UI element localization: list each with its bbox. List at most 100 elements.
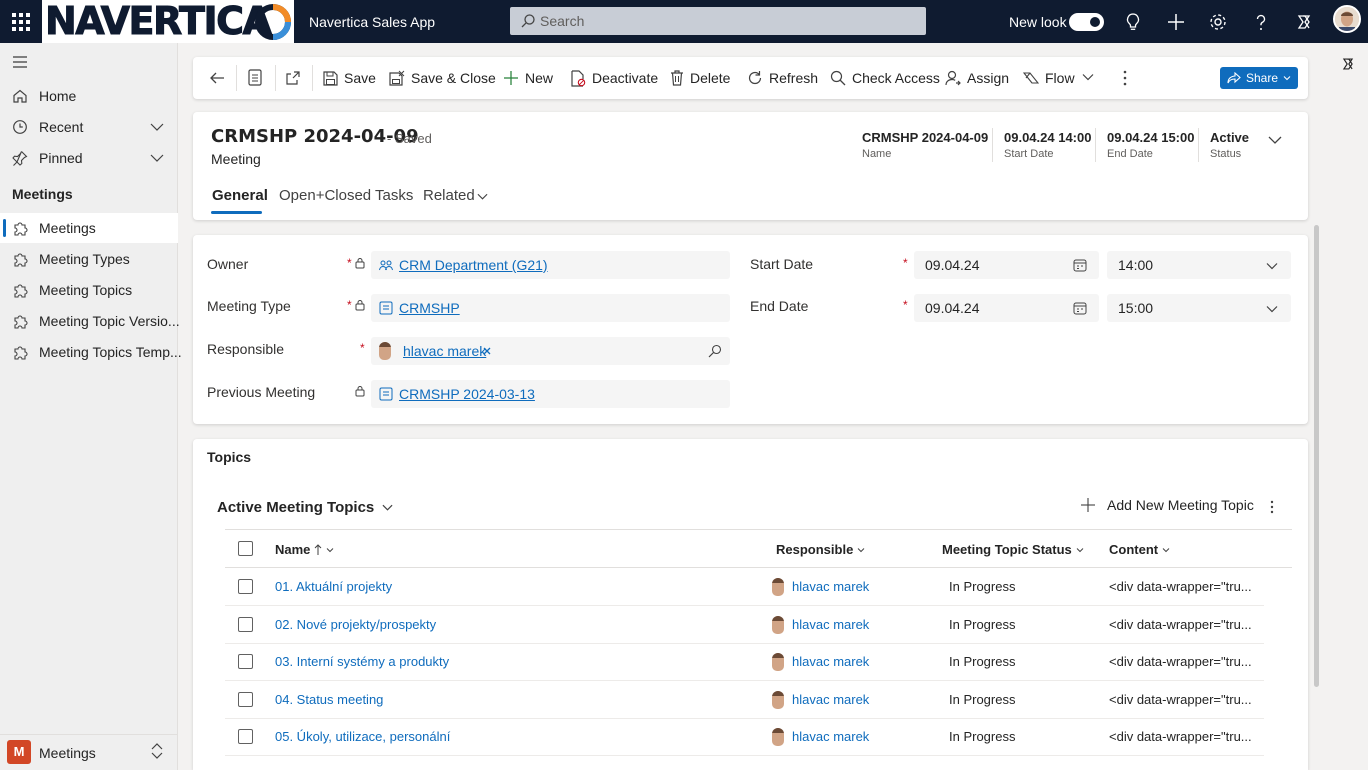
meeting-type-field[interactable]: CRMSHP bbox=[371, 294, 730, 322]
refresh-button[interactable]: Refresh bbox=[747, 57, 818, 99]
chevron-down-icon[interactable] bbox=[150, 120, 164, 134]
assign-button[interactable]: Assign bbox=[945, 57, 1009, 99]
copilot-pane-icon[interactable] bbox=[1339, 55, 1357, 73]
responsible-link[interactable]: hlavac marek bbox=[792, 692, 869, 707]
calendar-icon[interactable] bbox=[1073, 301, 1087, 315]
topic-name-link[interactable]: 02. Nové projekty/prospekty bbox=[275, 617, 436, 632]
save-close-label: Save & Close bbox=[411, 70, 496, 86]
app-title[interactable]: Navertica Sales App bbox=[309, 14, 435, 30]
save-close-button[interactable]: Save & Close bbox=[389, 57, 496, 99]
topic-name-link[interactable]: 01. Aktuální projekty bbox=[275, 579, 392, 594]
page-scrollbar[interactable] bbox=[1314, 225, 1319, 687]
table-row[interactable]: 02. Nové projekty/prospekty hlavac marek… bbox=[225, 606, 1264, 644]
sidebar-item-pinned[interactable]: Pinned bbox=[0, 143, 178, 173]
sidebar-item-meeting-topics[interactable]: Meeting Topics bbox=[0, 275, 178, 305]
check-access-button[interactable]: Check Access bbox=[830, 57, 940, 99]
navertica-logo[interactable]: NAVERTICA bbox=[42, 0, 294, 43]
flow-button[interactable]: Flow bbox=[1023, 57, 1075, 99]
end-time-value: 15:00 bbox=[1118, 300, 1154, 316]
topic-name-link[interactable]: 03. Interní systémy a produkty bbox=[275, 654, 449, 669]
row-checkbox[interactable] bbox=[238, 579, 253, 594]
view-name: Active Meeting Topics bbox=[217, 499, 375, 516]
sidebar-item-meeting-types[interactable]: Meeting Types bbox=[0, 244, 178, 274]
open-new-window-icon[interactable] bbox=[285, 70, 301, 86]
header-field-name: CRMSHP 2024-04-09 Name bbox=[862, 130, 988, 160]
meeting-type-link[interactable]: CRMSHP bbox=[399, 300, 460, 316]
tab-general[interactable]: General bbox=[212, 187, 268, 204]
responsible-link[interactable]: hlavac marek bbox=[792, 729, 869, 744]
app-launcher-icon[interactable] bbox=[10, 11, 32, 33]
hamburger-menu-icon[interactable] bbox=[12, 55, 28, 69]
status-cell: In Progress bbox=[949, 654, 1016, 669]
add-new-topic-button[interactable]: Add New Meeting Topic bbox=[1081, 497, 1254, 513]
previous-meeting-field[interactable]: CRMSHP 2024-03-13 bbox=[371, 380, 730, 408]
responsible-link[interactable]: hlavac marek bbox=[403, 343, 486, 359]
select-all-checkbox[interactable] bbox=[238, 541, 253, 556]
tab-related[interactable]: Related bbox=[423, 187, 475, 204]
view-selector[interactable]: Active Meeting Topics bbox=[217, 499, 393, 516]
row-checkbox[interactable] bbox=[238, 617, 253, 632]
column-header-content[interactable]: Content bbox=[1109, 542, 1170, 557]
remove-icon[interactable] bbox=[483, 347, 491, 355]
table-row[interactable]: 03. Interní systémy a produkty hlavac ma… bbox=[225, 643, 1264, 681]
table-row[interactable]: 05. Úkoly, utilizace, personální hlavac … bbox=[225, 718, 1264, 756]
back-arrow-icon[interactable] bbox=[209, 70, 225, 86]
start-date-input[interactable]: 09.04.24 bbox=[914, 251, 1099, 279]
sidebar-item-home[interactable]: Home bbox=[0, 81, 178, 111]
column-header-responsible[interactable]: Responsible bbox=[776, 542, 865, 557]
new-button[interactable]: New bbox=[503, 57, 553, 99]
deactivate-button[interactable]: Deactivate bbox=[570, 57, 658, 99]
help-icon[interactable] bbox=[1250, 11, 1272, 33]
responsible-link[interactable]: hlavac marek bbox=[792, 617, 869, 632]
topic-name-link[interactable]: 05. Úkoly, utilizace, personální bbox=[275, 729, 450, 744]
table-row[interactable]: 04. Status meeting hlavac marek In Progr… bbox=[225, 681, 1264, 719]
chevron-down-icon[interactable] bbox=[1082, 71, 1094, 83]
sidebar-item-meeting-topics-templates[interactable]: Meeting Topics Temp... bbox=[0, 337, 182, 367]
sidebar-item-meetings[interactable]: Meetings bbox=[0, 213, 178, 243]
gear-icon[interactable] bbox=[1207, 11, 1229, 33]
copilot-icon[interactable] bbox=[1293, 11, 1315, 33]
owner-field[interactable]: CRM Department (G21) bbox=[371, 251, 730, 279]
owner-link[interactable]: CRM Department (G21) bbox=[399, 257, 548, 273]
delete-button[interactable]: Delete bbox=[670, 57, 730, 99]
end-time-select[interactable]: 15:00 bbox=[1107, 294, 1291, 322]
search-box[interactable]: Search bbox=[510, 7, 926, 35]
start-time-select[interactable]: 14:00 bbox=[1107, 251, 1291, 279]
sidebar-item-recent[interactable]: Recent bbox=[0, 112, 178, 142]
more-options-icon[interactable] bbox=[1269, 499, 1275, 515]
end-date-input[interactable]: 09.04.24 bbox=[914, 294, 1099, 322]
column-header-status[interactable]: Meeting Topic Status bbox=[942, 542, 1084, 557]
chevron-down-icon[interactable] bbox=[150, 151, 164, 165]
share-button[interactable]: Share bbox=[1220, 67, 1298, 89]
status-cell: In Progress bbox=[949, 692, 1016, 707]
meeting-type-label: Meeting Type bbox=[207, 298, 291, 314]
row-checkbox[interactable] bbox=[238, 729, 253, 744]
tab-open-closed-tasks[interactable]: Open+Closed Tasks bbox=[279, 187, 413, 204]
area-switcher[interactable]: M Meetings bbox=[0, 734, 178, 770]
form-view-icon[interactable] bbox=[248, 69, 262, 86]
calendar-icon[interactable] bbox=[1073, 258, 1087, 272]
row-checkbox[interactable] bbox=[238, 654, 253, 669]
new-look-toggle[interactable] bbox=[1069, 13, 1104, 31]
responsible-link[interactable]: hlavac marek bbox=[792, 654, 869, 669]
search-icon[interactable] bbox=[708, 344, 722, 358]
row-checkbox[interactable] bbox=[238, 692, 253, 707]
responsible-field[interactable]: hlavac marek bbox=[371, 337, 730, 365]
save-button[interactable]: Save bbox=[323, 57, 376, 99]
plus-icon[interactable] bbox=[1165, 11, 1187, 33]
chevron-down-icon[interactable] bbox=[477, 191, 488, 202]
lightbulb-icon[interactable] bbox=[1122, 11, 1144, 33]
sidebar-item-label: Meeting Topic Versio... bbox=[39, 313, 180, 329]
expand-header-chevron-icon[interactable] bbox=[1267, 132, 1283, 148]
plus-icon bbox=[1081, 498, 1095, 512]
more-options-icon[interactable] bbox=[1122, 69, 1128, 87]
sidebar-item-meeting-topic-versions[interactable]: Meeting Topic Versio... bbox=[0, 306, 180, 336]
column-header-name[interactable]: Name bbox=[275, 542, 334, 557]
user-avatar[interactable] bbox=[1333, 5, 1361, 33]
table-row[interactable]: 01. Aktuální projekty hlavac marek In Pr… bbox=[225, 568, 1264, 606]
end-date-value: 09.04.24 bbox=[925, 300, 980, 316]
puzzle-icon bbox=[14, 346, 28, 360]
responsible-link[interactable]: hlavac marek bbox=[792, 579, 869, 594]
previous-meeting-link[interactable]: CRMSHP 2024-03-13 bbox=[399, 386, 535, 402]
topic-name-link[interactable]: 04. Status meeting bbox=[275, 692, 383, 707]
